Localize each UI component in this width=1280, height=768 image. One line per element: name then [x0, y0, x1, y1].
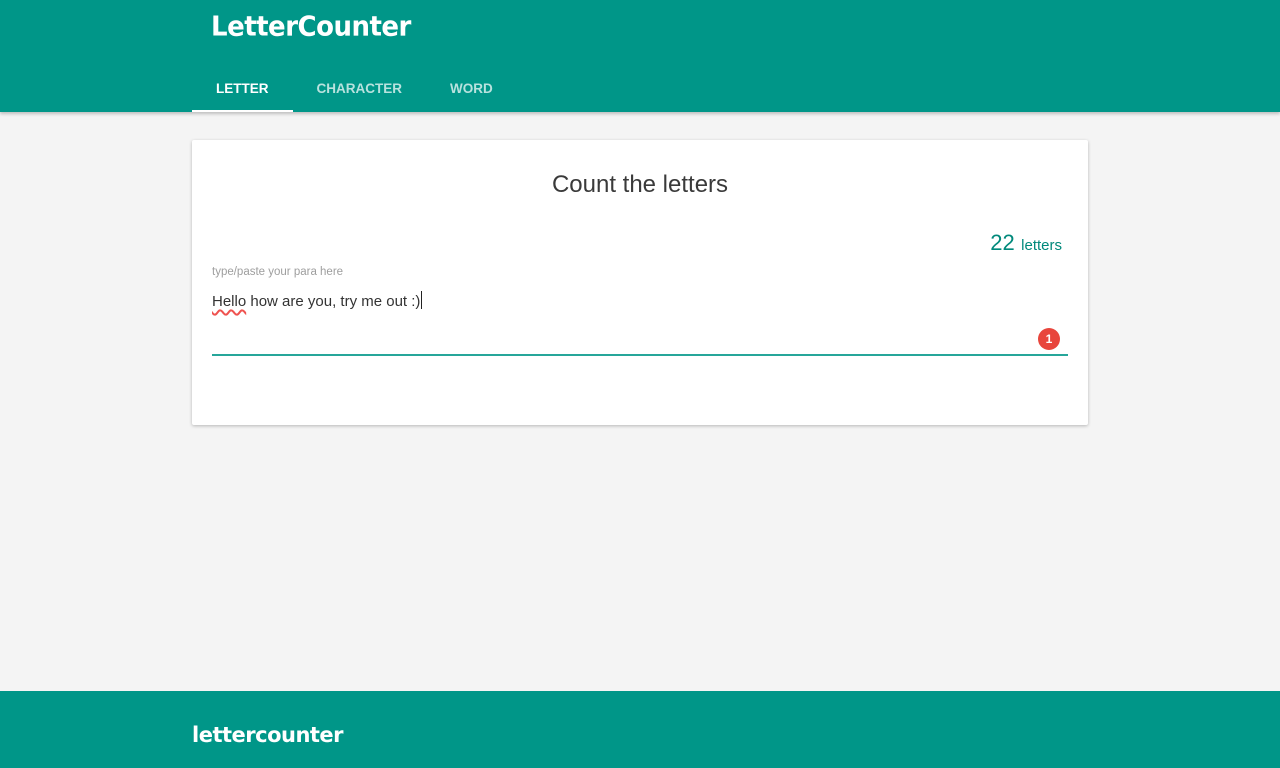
letter-count-unit: letters: [1021, 237, 1062, 254]
card-title: Count the letters: [551, 171, 729, 198]
text-input-label: type/paste your para here: [212, 266, 344, 278]
text-caret: [421, 291, 423, 309]
textarea-content: Hello how are you, try me out :): [212, 291, 423, 310]
app-footer: lettercounter: [0, 691, 1280, 768]
app-header: LetterCounter LETTER CHARACTER WORD: [0, 0, 1280, 112]
brand-logo[interactable]: LetterCounter: [211, 11, 411, 43]
tab-letter[interactable]: LETTER: [192, 64, 293, 112]
tab-bar: LETTER CHARACTER WORD: [192, 64, 517, 112]
misspelled-word[interactable]: Hello: [212, 293, 246, 310]
letter-count-value: 22: [990, 230, 1015, 255]
counter-card: Count the letters 22 letters type/paste …: [192, 140, 1088, 425]
tab-character[interactable]: CHARACTER: [293, 64, 427, 112]
textarea-text: how are you, try me out :): [246, 293, 421, 310]
paragraph-textarea[interactable]: Hello how are you, try me out :) 1: [212, 290, 1068, 356]
footer-brand: lettercounter: [192, 723, 344, 747]
spellcheck-badge[interactable]: 1: [1038, 328, 1060, 350]
letter-count: 22 letters: [990, 230, 1062, 256]
tab-word[interactable]: WORD: [426, 64, 517, 112]
app-root: LetterCounter LETTER CHARACTER WORD Coun…: [0, 0, 1280, 768]
